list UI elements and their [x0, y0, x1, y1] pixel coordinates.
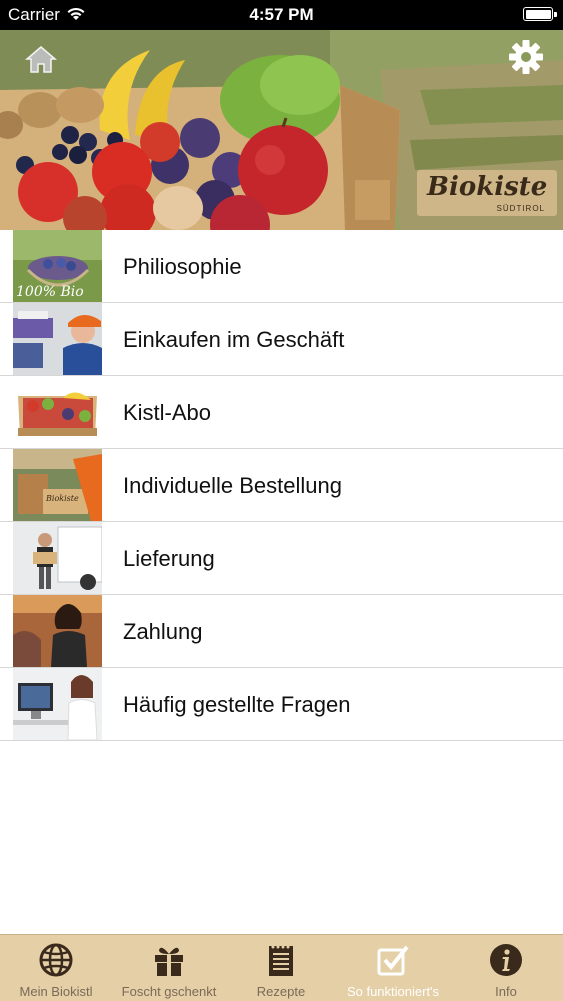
menu-item-philosophie[interactable]: 100% Bio Philiosophie [0, 230, 563, 303]
thumbnail-einkaufen [13, 303, 102, 375]
thumb-caption: 100% Bio [16, 284, 84, 300]
thumbnail-bestellung: Biokiste [13, 449, 102, 521]
tab-label: Mein Biokistl [19, 984, 93, 999]
header-banner: Biokiste SÜDTIROL [0, 30, 563, 230]
battery-icon [523, 7, 557, 21]
menu-item-label: Häufig gestellte Fragen [123, 692, 351, 717]
tab-label: Rezepte [256, 984, 306, 999]
status-bar: Carrier 4:57 PM [0, 0, 563, 30]
thumbnail-faq [13, 668, 102, 740]
menu-item-bestellung[interactable]: Biokiste Individuelle Bestellung [0, 449, 563, 522]
menu-item-label: Zahlung [123, 619, 203, 644]
menu-item-label: Individuelle Bestellung [123, 473, 342, 498]
tab-mein-biokistl[interactable]: Mein Biokistl [0, 935, 112, 1001]
logo-text: Biokiste [427, 172, 548, 202]
checkbox-icon [377, 945, 409, 976]
menu-item-label: Lieferung [123, 546, 215, 571]
logo-subtext: SÜDTIROL [496, 204, 545, 213]
menu-item-label: Philiosophie [123, 254, 242, 279]
menu-item-label: Einkaufen im Geschäft [123, 327, 345, 352]
menu-item-lieferung[interactable]: Lieferung [0, 522, 563, 595]
thumbnail-kistl-abo [13, 376, 102, 448]
tab-so-funktionierts[interactable]: So funktioniert's [337, 935, 449, 1001]
menu-list: 100% Bio Philiosophie Einkaufen im Gesch… [0, 230, 563, 741]
menu-item-einkaufen[interactable]: Einkaufen im Geschäft [0, 303, 563, 376]
notepad-icon [269, 945, 293, 976]
tab-label: Info [495, 984, 517, 999]
thumbnail-zahlung [13, 595, 102, 667]
menu-item-zahlung[interactable]: Zahlung [0, 595, 563, 668]
tab-bar: Mein Biokistl Foscht gschenkt Rezepte So… [0, 934, 563, 1001]
biokiste-logo: Biokiste SÜDTIROL [417, 170, 557, 216]
clock: 4:57 PM [249, 5, 314, 24]
thumbnail-philosophie: 100% Bio [13, 230, 102, 302]
menu-item-kistl-abo[interactable]: Kistl-Abo [0, 376, 563, 449]
gift-icon [155, 947, 183, 976]
home-icon[interactable] [24, 44, 58, 74]
menu-item-faq[interactable]: Häufig gestellte Fragen [0, 668, 563, 741]
menu-item-label: Kistl-Abo [123, 400, 212, 425]
thumbnail-lieferung [13, 522, 102, 594]
tab-info[interactable]: Info [450, 935, 562, 1001]
info-icon [490, 944, 522, 976]
svg-text:Biokiste: Biokiste [45, 494, 79, 503]
tab-rezepte[interactable]: Rezepte [225, 935, 337, 1001]
tab-foscht-gschenkt[interactable]: Foscht gschenkt [113, 935, 225, 1001]
tab-label: Foscht gschenkt [121, 984, 217, 999]
globe-icon [39, 943, 73, 977]
tab-label: So funktioniert's [346, 984, 440, 999]
gear-icon[interactable] [507, 38, 545, 76]
